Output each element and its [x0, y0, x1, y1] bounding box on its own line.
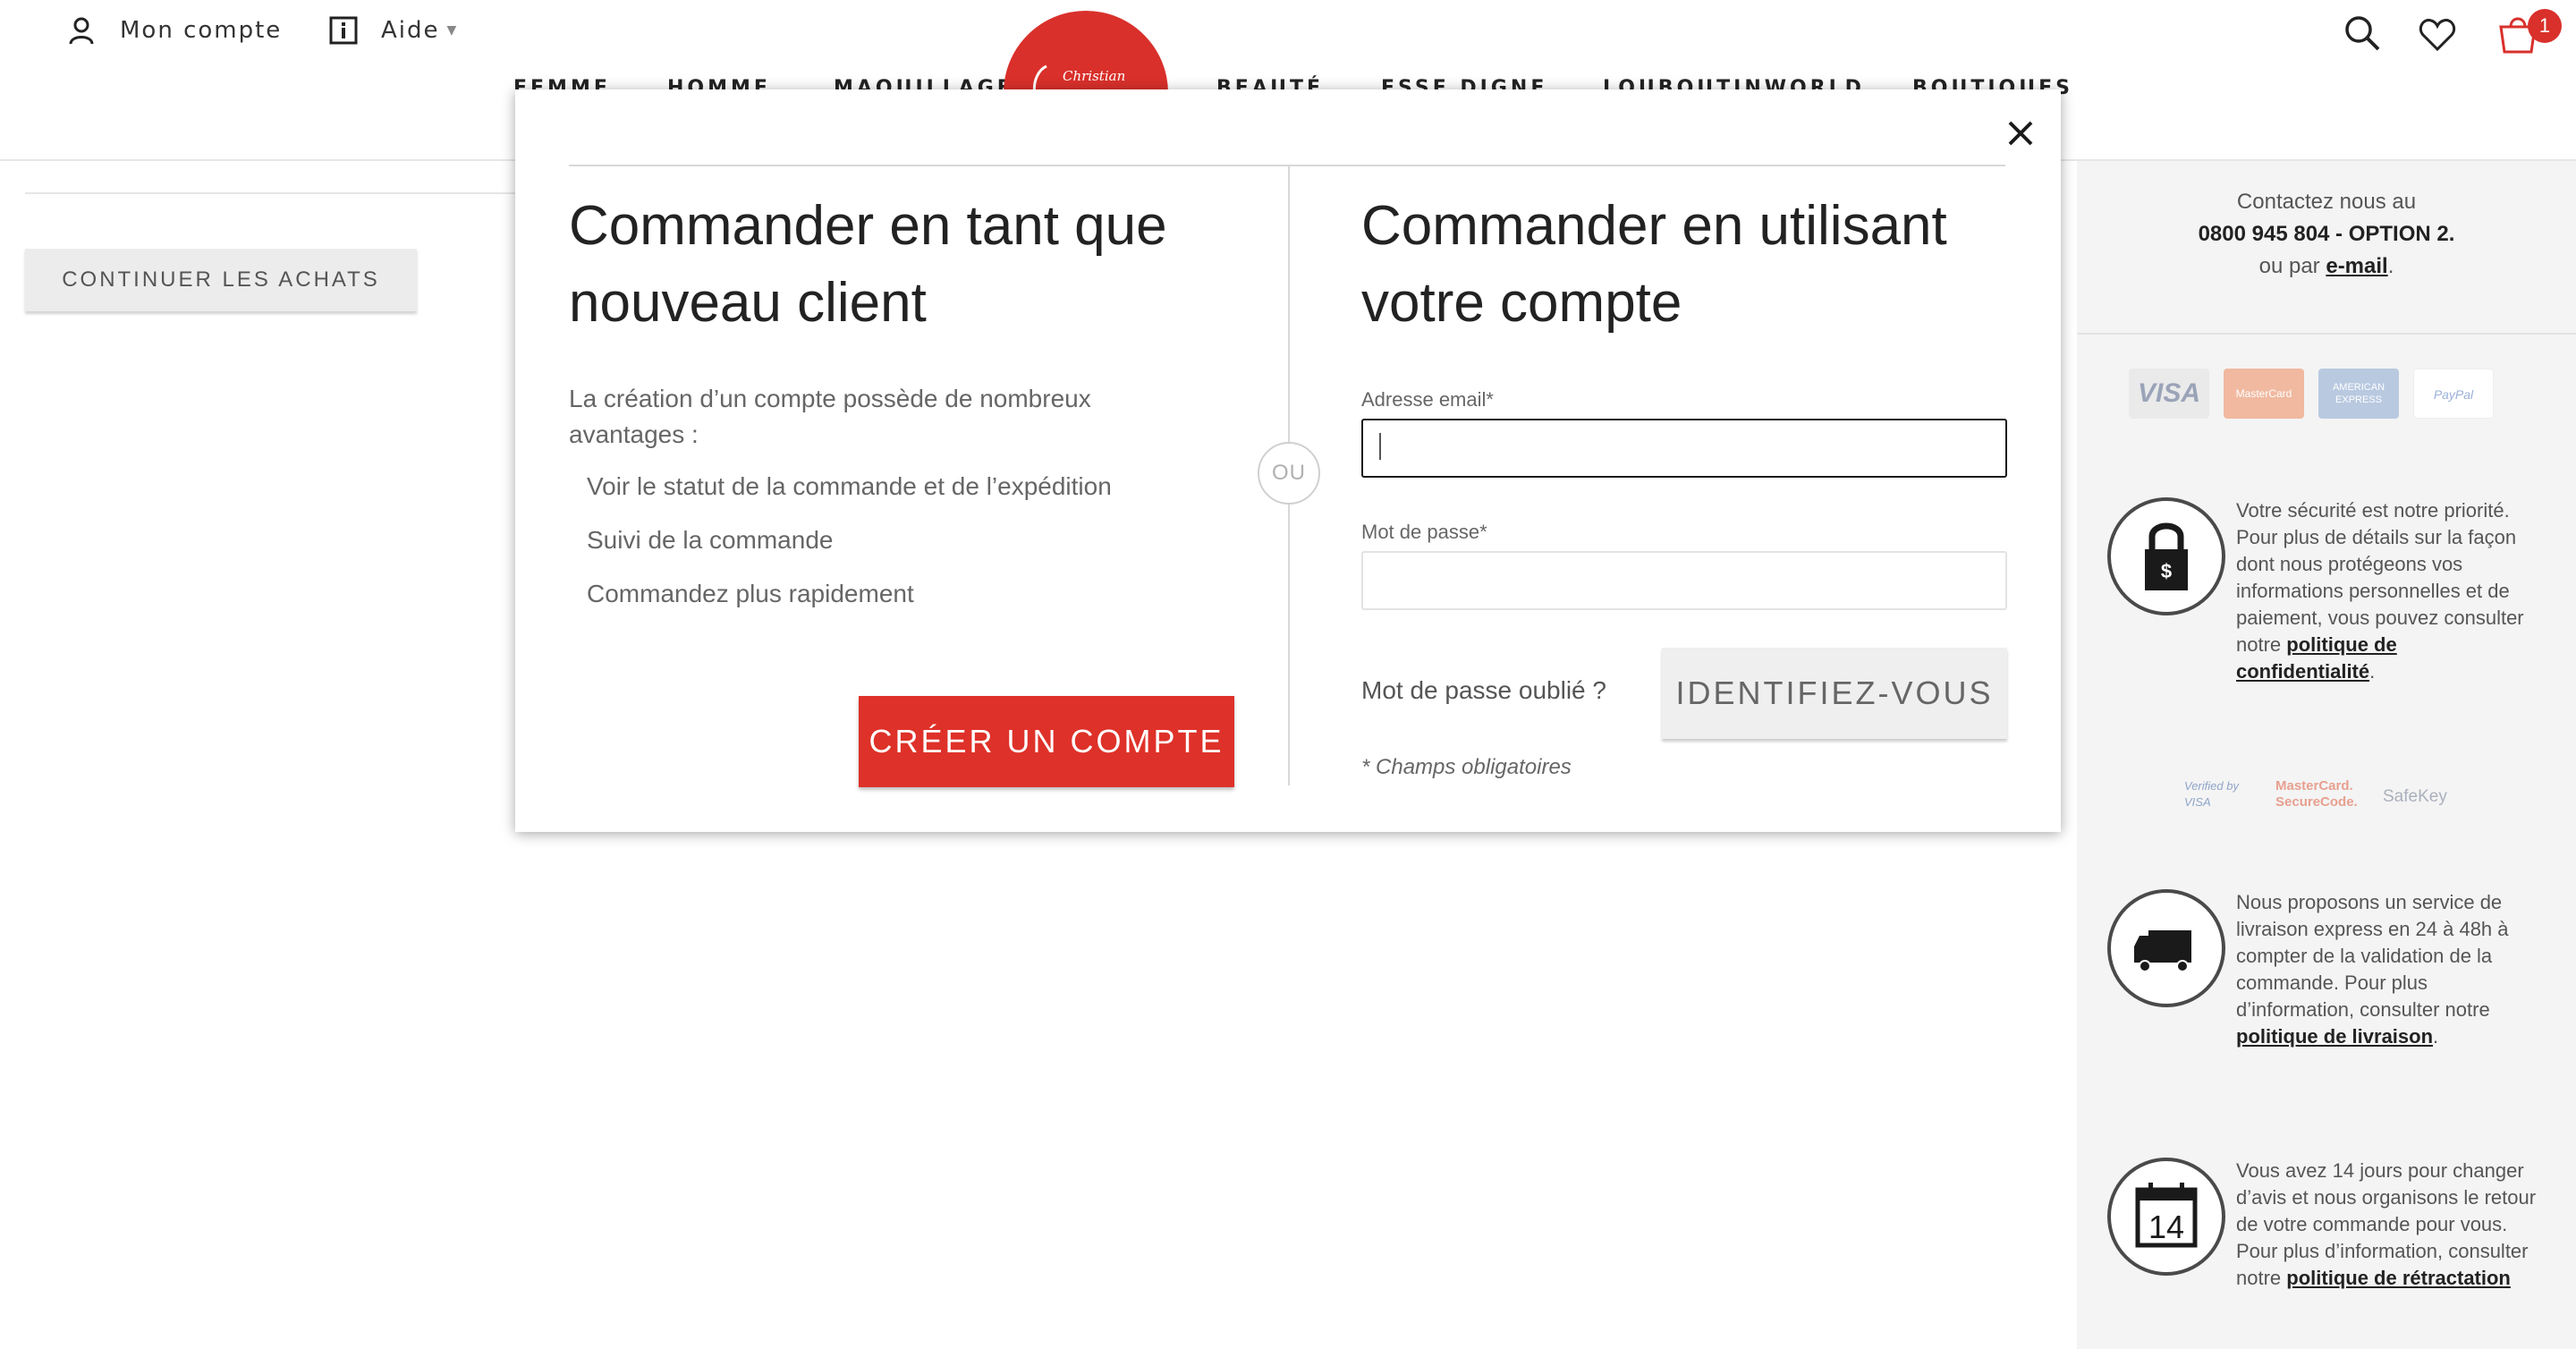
- benefit-item: Voir le statut de la commande et de l’ex…: [587, 472, 1112, 500]
- delivery-text: Nous proposons un service de livraison e…: [2236, 891, 2509, 1021]
- secure-payment-logos: Verified by VISA MasterCard. SecureCode.…: [2184, 778, 2506, 814]
- password-field[interactable]: [1361, 551, 2007, 610]
- benefits-intro: La création d’un compte possède de nombr…: [569, 385, 1091, 448]
- security-block: $ Votre sécurité est notre priorité. Pou…: [2107, 497, 2555, 721]
- checkout-sidebar: Contactez nous au 0800 945 804 - OPTION …: [2077, 161, 2576, 1349]
- close-icon[interactable]: [2000, 113, 2041, 154]
- contact-suffix: .: [2387, 254, 2394, 278]
- logo-text: Christian: [1063, 68, 1126, 84]
- returns-block: 14 Vous avez 14 jours pour changer d’avi…: [2107, 1158, 2555, 1349]
- mastercard-securecode-logo: MasterCard. SecureCode.: [2275, 778, 2358, 810]
- sign-in-button[interactable]: IDENTIFIEZ-VOUS: [1662, 648, 2007, 739]
- modal-top-rule: [569, 165, 2005, 166]
- security-text-block: Votre sécurité est notre priorité. Pour …: [2236, 497, 2540, 685]
- or-separator: OU: [1258, 442, 1320, 505]
- password-label: Mot de passe*: [1361, 521, 1487, 543]
- email-field[interactable]: [1361, 419, 2007, 478]
- email-link[interactable]: e-mail: [2326, 254, 2387, 278]
- new-customer-title: Commander en tant que nouveau client: [569, 195, 1167, 334]
- chevron-down-icon: ▼: [446, 23, 459, 38]
- heart-icon[interactable]: [2419, 18, 2456, 52]
- continue-shopping-button[interactable]: CONTINUER LES ACHATS: [25, 249, 417, 311]
- benefit-item: Suivi de la commande: [587, 526, 834, 554]
- returns-text-block: Vous avez 14 jours pour changer d’avis e…: [2236, 1158, 2540, 1292]
- text-caret: [1379, 433, 1381, 460]
- mastercard-card-icon: MasterCard: [2224, 369, 2304, 419]
- cart-button[interactable]: 1: [2497, 9, 2562, 57]
- verified-by-visa-logo: Verified by VISA: [2184, 779, 2239, 809]
- contact-phone: 0800 945 804 - OPTION 2.: [2198, 222, 2455, 246]
- login-modal: OU Commander en tant que nouveau client …: [515, 89, 2061, 832]
- mastercard-card-label: MasterCard: [2235, 387, 2292, 400]
- delivery-policy-link[interactable]: politique de livraison: [2236, 1025, 2433, 1048]
- contact-email-line: ou par e-mail.: [2077, 250, 2576, 283]
- account-link[interactable]: Mon compte: [68, 16, 282, 45]
- user-icon: [69, 17, 94, 45]
- benefit-item: Commandez plus rapidement: [587, 580, 914, 607]
- header-icons: 1: [2343, 9, 2576, 68]
- svg-text:$: $: [2161, 560, 2172, 582]
- visa-card-icon: VISA: [2129, 369, 2209, 419]
- sidebar-divider: [2077, 333, 2576, 335]
- visa-card-label: VISA: [2137, 378, 2201, 408]
- delivery-block: Nous proposons un service de livraison e…: [2107, 889, 2555, 1086]
- search-icon[interactable]: [2343, 14, 2381, 52]
- security-text: Votre sécurité est notre priorité. Pour …: [2236, 499, 2524, 656]
- amex-card-label: AMERICAN EXPRESS: [2332, 382, 2385, 405]
- security-suffix: .: [2369, 660, 2376, 683]
- delivery-suffix: .: [2433, 1025, 2439, 1048]
- contact-prefix: ou par: [2258, 254, 2320, 278]
- required-fields-note: * Champs obligatoires: [1361, 755, 1572, 779]
- paypal-card-label: PayPal: [2433, 387, 2474, 402]
- calendar-number: 14: [2148, 1209, 2184, 1245]
- paypal-card-icon: PayPal: [2413, 369, 2494, 419]
- forgot-password-link[interactable]: Mot de passe oublié ?: [1361, 676, 1606, 705]
- help-menu[interactable]: Aide ▼: [329, 16, 458, 45]
- cart-count-badge: 1: [2528, 9, 2562, 43]
- safekey-logo: SafeKey: [2383, 787, 2447, 806]
- benefits-list: Voir le statut de la commande et de l’ex…: [587, 469, 1231, 630]
- padlock-icon: $: [2107, 497, 2225, 615]
- withdrawal-policy-link[interactable]: politique de rétractation: [2286, 1267, 2511, 1289]
- help-label: Aide: [381, 17, 440, 44]
- truck-icon: [2107, 889, 2225, 1007]
- delivery-text-block: Nous proposons un service de livraison e…: [2236, 889, 2540, 1050]
- info-icon: [329, 16, 358, 45]
- payment-cards: VISA MasterCard AMERICAN EXPRESS PayPal: [2129, 369, 2540, 422]
- amex-card-icon: AMERICAN EXPRESS: [2318, 369, 2399, 419]
- email-label: Adresse email*: [1361, 388, 1494, 411]
- account-label: Mon compte: [120, 17, 283, 44]
- contact-info: Contactez nous au 0800 945 804 - OPTION …: [2077, 186, 2576, 283]
- create-account-button[interactable]: CRÉER UN COMPTE: [859, 696, 1234, 787]
- content-divider: [25, 192, 526, 194]
- calendar-icon: 14: [2107, 1158, 2225, 1276]
- existing-customer-title: Commander en utilisant votre compte: [1361, 195, 1947, 334]
- contact-line: Contactez nous au: [2236, 190, 2417, 214]
